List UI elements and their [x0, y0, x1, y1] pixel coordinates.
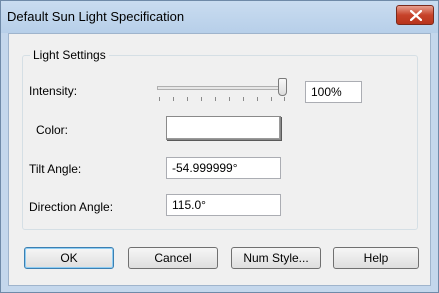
intensity-input[interactable]: 100%: [305, 81, 362, 103]
intensity-slider-ticks: [159, 97, 285, 101]
intensity-label: Intensity:: [29, 84, 78, 98]
dialog-window: Default Sun Light Specification Light Se…: [0, 0, 439, 293]
dialog-body: Light Settings Intensity: 100% Color: Ti…: [8, 33, 431, 286]
group-title: Light Settings: [30, 48, 109, 62]
color-label: Color:: [36, 123, 69, 137]
close-icon: [410, 10, 422, 21]
ok-button[interactable]: OK: [24, 247, 114, 269]
tilt-angle-input[interactable]: -54.999999°: [166, 157, 281, 179]
title-bar[interactable]: Default Sun Light Specification: [1, 1, 438, 33]
cancel-button[interactable]: Cancel: [128, 247, 218, 269]
intensity-slider-track[interactable]: [157, 86, 287, 90]
direction-angle-label: Direction Angle:: [29, 200, 114, 214]
tilt-angle-label: Tilt Angle:: [29, 162, 82, 176]
close-button[interactable]: [396, 5, 434, 25]
window-title: Default Sun Light Specification: [7, 9, 185, 24]
num-style-button[interactable]: Num Style...: [231, 247, 321, 269]
intensity-slider-thumb[interactable]: [278, 78, 287, 96]
direction-angle-input[interactable]: 115.0°: [166, 194, 281, 216]
help-button[interactable]: Help: [333, 247, 419, 269]
color-swatch-button[interactable]: [166, 116, 281, 140]
